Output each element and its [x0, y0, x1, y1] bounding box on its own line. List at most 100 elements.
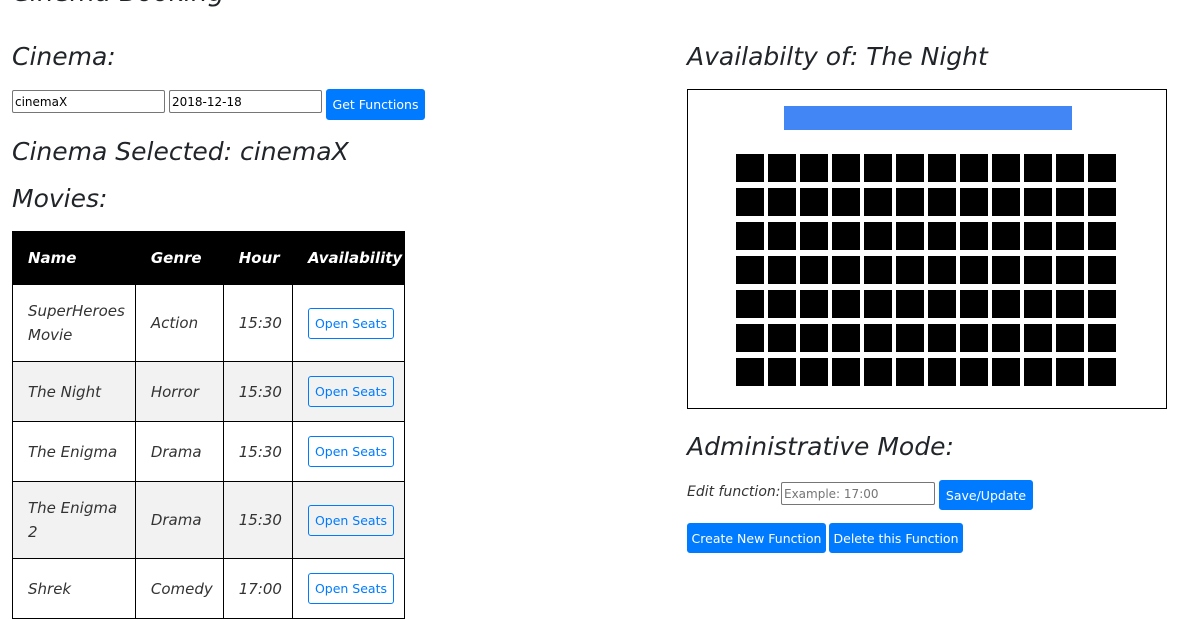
seat[interactable]: [992, 188, 1020, 216]
seat[interactable]: [864, 358, 892, 386]
seat[interactable]: [1056, 290, 1084, 318]
seat[interactable]: [992, 154, 1020, 182]
seat[interactable]: [832, 256, 860, 284]
get-functions-button[interactable]: Get Functions: [326, 89, 425, 120]
date-input[interactable]: [169, 90, 322, 113]
seat[interactable]: [1024, 154, 1052, 182]
seat[interactable]: [768, 256, 796, 284]
seat[interactable]: [800, 290, 828, 318]
seat[interactable]: [992, 324, 1020, 352]
open-seats-button[interactable]: Open Seats: [307, 376, 394, 407]
seat[interactable]: [864, 324, 892, 352]
column-header-genre: Genre: [134, 231, 224, 285]
seat[interactable]: [1024, 222, 1052, 250]
seat[interactable]: [864, 256, 892, 284]
seat[interactable]: [1056, 154, 1084, 182]
seat[interactable]: [960, 324, 988, 352]
seat[interactable]: [1088, 358, 1116, 386]
seat[interactable]: [832, 154, 860, 182]
seat[interactable]: [800, 256, 828, 284]
seat[interactable]: [896, 222, 924, 250]
seat[interactable]: [864, 188, 892, 216]
seat[interactable]: [768, 188, 796, 216]
seat[interactable]: [1088, 324, 1116, 352]
seat[interactable]: [864, 154, 892, 182]
page-title: Cinema Book­ing: [12, 0, 224, 8]
edit-function-input[interactable]: [781, 482, 935, 505]
seat[interactable]: [768, 290, 796, 318]
seat[interactable]: [768, 324, 796, 352]
seat[interactable]: [960, 222, 988, 250]
movie-genre-cell: Drama: [134, 421, 224, 482]
seat[interactable]: [928, 256, 956, 284]
seat[interactable]: [832, 188, 860, 216]
seat[interactable]: [800, 324, 828, 352]
seat[interactable]: [1056, 188, 1084, 216]
save-update-button[interactable]: Save/Update: [939, 480, 1033, 510]
seat[interactable]: [736, 188, 764, 216]
seat[interactable]: [736, 154, 764, 182]
seat[interactable]: [736, 256, 764, 284]
seat[interactable]: [992, 290, 1020, 318]
seat[interactable]: [800, 222, 828, 250]
seat[interactable]: [736, 290, 764, 318]
seat[interactable]: [736, 222, 764, 250]
seat[interactable]: [832, 222, 860, 250]
open-seats-button[interactable]: Open Seats: [307, 504, 394, 536]
seat[interactable]: [1024, 358, 1052, 386]
seat[interactable]: [1056, 222, 1084, 250]
seat[interactable]: [864, 222, 892, 250]
seat[interactable]: [1056, 256, 1084, 284]
seat[interactable]: [1024, 188, 1052, 216]
seat[interactable]: [1088, 222, 1116, 250]
seat[interactable]: [800, 188, 828, 216]
seat[interactable]: [992, 222, 1020, 250]
seat[interactable]: [928, 154, 956, 182]
seat[interactable]: [928, 358, 956, 386]
seat[interactable]: [896, 188, 924, 216]
seat[interactable]: [960, 290, 988, 318]
seat[interactable]: [768, 154, 796, 182]
seat[interactable]: [992, 358, 1020, 386]
seat[interactable]: [1056, 324, 1084, 352]
seat[interactable]: [800, 358, 828, 386]
seat[interactable]: [928, 222, 956, 250]
seat[interactable]: [928, 188, 956, 216]
seat[interactable]: [1088, 188, 1116, 216]
seat[interactable]: [736, 324, 764, 352]
seat[interactable]: [928, 324, 956, 352]
seat[interactable]: [832, 358, 860, 386]
seat[interactable]: [960, 188, 988, 216]
seat[interactable]: [1024, 324, 1052, 352]
seat[interactable]: [896, 256, 924, 284]
seat[interactable]: [896, 324, 924, 352]
seat[interactable]: [768, 222, 796, 250]
seat[interactable]: [896, 154, 924, 182]
seat[interactable]: [960, 358, 988, 386]
seat[interactable]: [1088, 256, 1116, 284]
seat[interactable]: [992, 256, 1020, 284]
seat[interactable]: [768, 358, 796, 386]
seat[interactable]: [800, 154, 828, 182]
seat[interactable]: [960, 154, 988, 182]
seat[interactable]: [832, 324, 860, 352]
seat[interactable]: [1088, 290, 1116, 318]
seat[interactable]: [1024, 256, 1052, 284]
seat[interactable]: [1024, 290, 1052, 318]
create-function-button[interactable]: Create New Function: [687, 523, 826, 553]
seat[interactable]: [832, 290, 860, 318]
seat[interactable]: [896, 290, 924, 318]
cinema-input[interactable]: [12, 90, 165, 113]
delete-function-button[interactable]: Delete this Function: [829, 523, 963, 553]
movie-name-cell: The Enigma: [12, 421, 136, 482]
seat[interactable]: [960, 256, 988, 284]
seat[interactable]: [736, 358, 764, 386]
seat[interactable]: [1088, 154, 1116, 182]
seat[interactable]: [1056, 358, 1084, 386]
seat[interactable]: [896, 358, 924, 386]
seat[interactable]: [928, 290, 956, 318]
open-seats-button[interactable]: Open Seats: [307, 307, 394, 339]
open-seats-button[interactable]: Open Seats: [307, 573, 394, 604]
open-seats-button[interactable]: Open Seats: [307, 436, 394, 467]
seat[interactable]: [864, 290, 892, 318]
